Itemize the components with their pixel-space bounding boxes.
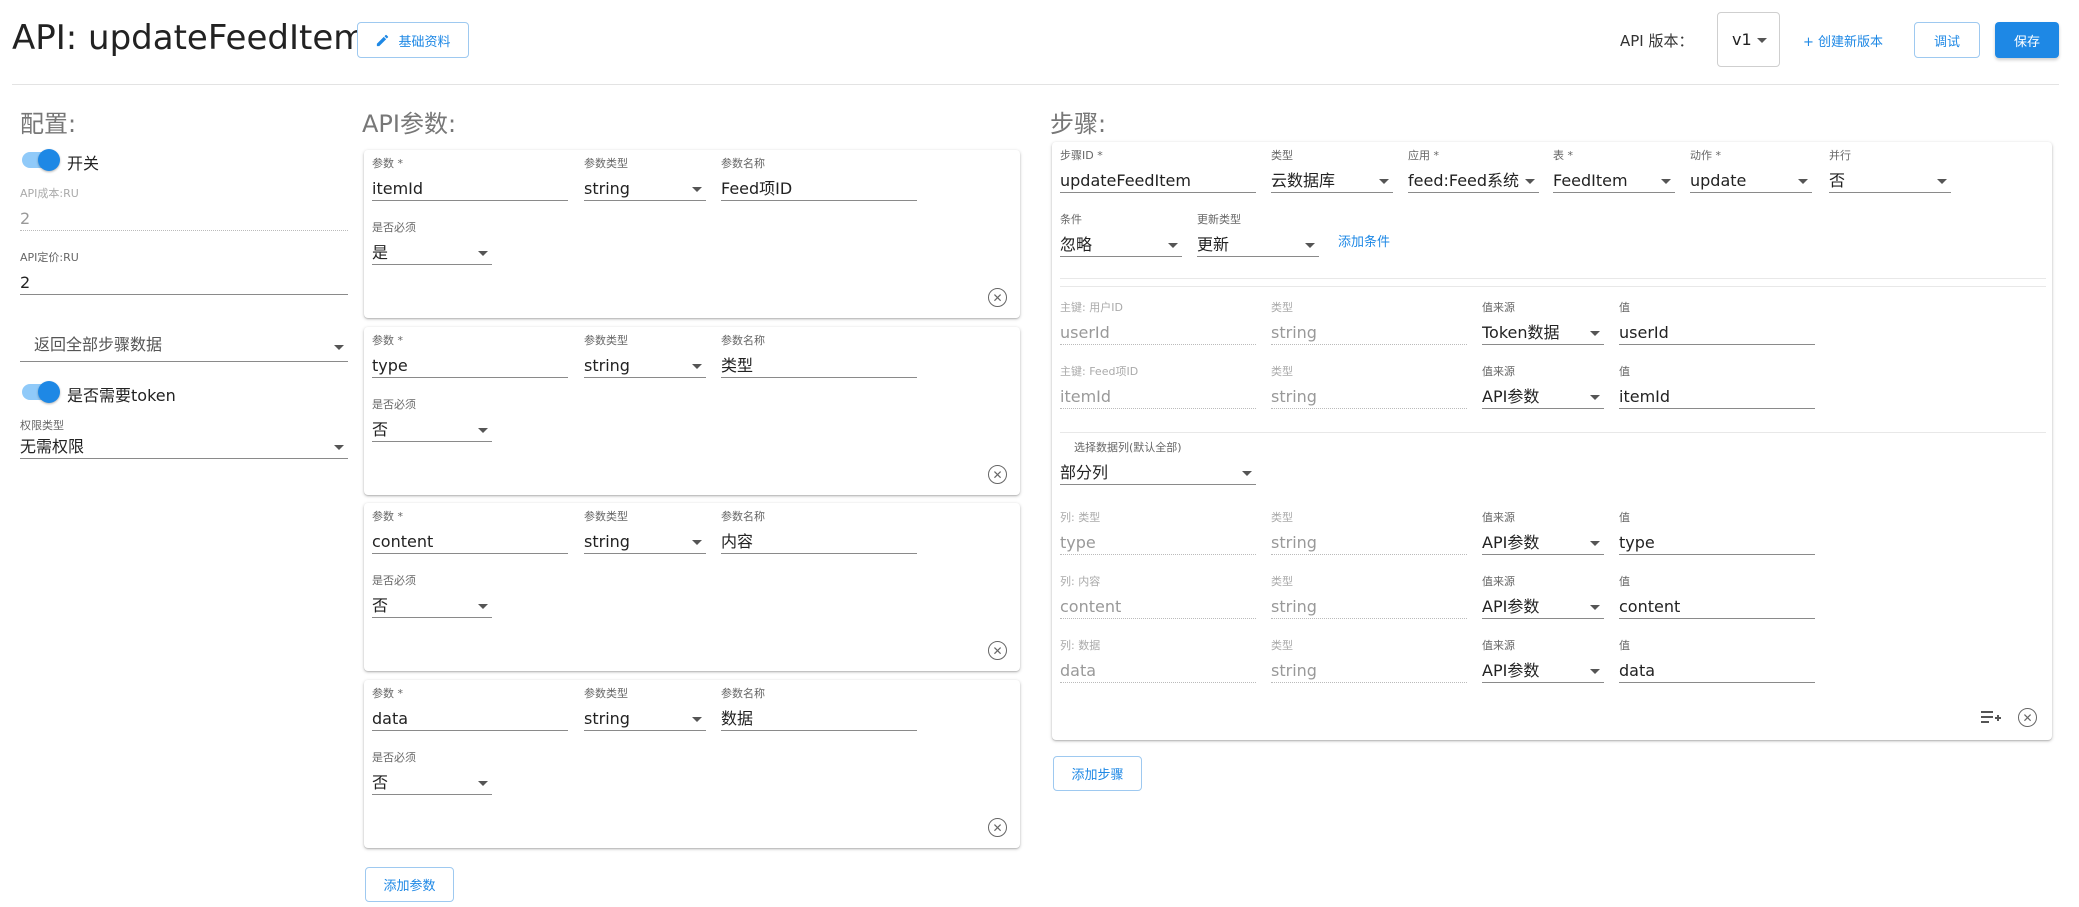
param-name-input[interactable]: 参数 * type: [372, 333, 568, 378]
remove-param-icon[interactable]: ✕: [988, 818, 1007, 837]
step-table-select[interactable]: 表 * FeedItem: [1553, 148, 1675, 193]
param-required-select[interactable]: 是否必须是: [372, 220, 492, 265]
add-step-button[interactable]: 添加步骤: [1053, 756, 1142, 791]
param-label-input[interactable]: 参数名称 Feed项ID: [721, 156, 917, 201]
column-row-type: 类型 string: [1271, 638, 1467, 683]
create-version-link[interactable]: + 创建新版本: [1803, 31, 1883, 50]
key-row-source-select[interactable]: 值来源 API参数: [1482, 364, 1604, 409]
param-card: 参数 * content 参数类型 string 参数名称 内容是否必须否 ✕: [364, 503, 1020, 671]
api-price-value: 2: [20, 271, 348, 295]
column-row-name: 列: 类型 type: [1060, 510, 1256, 555]
key-row-source-select[interactable]: 值来源 Token数据: [1482, 300, 1604, 345]
remove-step-icon[interactable]: ✕: [2018, 708, 2037, 727]
step-action-select[interactable]: 动作 * update: [1690, 148, 1812, 193]
basic-info-button[interactable]: 基础资料: [357, 22, 469, 58]
param-card: 参数 * data 参数类型 string 参数名称 数据是否必须否 ✕: [364, 680, 1020, 848]
api-price-field[interactable]: API定价:RU 2: [20, 250, 348, 295]
column-row-name: 列: 内容 content: [1060, 574, 1256, 619]
column-row-value-input[interactable]: 值 data: [1619, 638, 1815, 683]
api-price-label: API定价:RU: [20, 251, 79, 264]
version-value: v1: [1732, 30, 1752, 49]
column-row-value-input[interactable]: 值 type: [1619, 510, 1815, 555]
enable-toggle-label: 开关: [67, 154, 100, 173]
enable-toggle[interactable]: [22, 149, 60, 171]
api-cost-value: 2: [20, 207, 348, 231]
param-type-select[interactable]: 参数类型 string: [584, 686, 706, 731]
version-label: API 版本：: [1620, 32, 1694, 50]
save-button[interactable]: 保存: [1995, 22, 2059, 58]
param-type-select[interactable]: 参数类型 string: [584, 333, 706, 378]
key-row-value-input[interactable]: 值 itemId: [1619, 364, 1815, 409]
param-label-input[interactable]: 参数名称 数据: [721, 686, 917, 731]
remove-param-icon[interactable]: ✕: [988, 641, 1007, 660]
param-name-input[interactable]: 参数 * itemId: [372, 156, 568, 201]
key-row-value-input[interactable]: 值 userId: [1619, 300, 1815, 345]
column-row-source-select[interactable]: 值来源 API参数: [1482, 510, 1604, 555]
add-param-button[interactable]: 添加参数: [365, 867, 454, 902]
columns-select[interactable]: 选择数据列(默认全部) 部分列: [1060, 440, 1256, 485]
column-row-source-select[interactable]: 值来源 API参数: [1482, 638, 1604, 683]
api-cost-label: API成本:RU: [20, 187, 79, 200]
debug-button[interactable]: 调试: [1914, 22, 1980, 58]
params-title: API参数:: [362, 110, 457, 138]
remove-param-icon[interactable]: ✕: [988, 465, 1007, 484]
api-cost-field: API成本:RU 2: [20, 186, 348, 231]
update-type-select[interactable]: 更新类型 更新: [1197, 212, 1319, 257]
step-type-select[interactable]: 类型 云数据库: [1271, 148, 1393, 193]
condition-select[interactable]: 条件 忽略: [1060, 212, 1182, 257]
return-data-select[interactable]: 返回全部步骤数据: [20, 328, 348, 362]
param-type-select[interactable]: 参数类型 string: [584, 156, 706, 201]
key-row-type: 类型 string: [1271, 364, 1467, 409]
param-required-select[interactable]: 是否必须否: [372, 750, 492, 795]
column-row-source-select[interactable]: 值来源 API参数: [1482, 574, 1604, 619]
permission-select[interactable]: 权限类型 无需权限: [20, 418, 348, 459]
param-required-select[interactable]: 是否必须否: [372, 573, 492, 618]
step-id-field[interactable]: 步骤ID * updateFeedItem: [1060, 148, 1256, 193]
param-name-input[interactable]: 参数 * data: [372, 686, 568, 731]
version-select[interactable]: v1: [1717, 12, 1780, 67]
column-row-type: 类型 string: [1271, 510, 1467, 555]
return-data-value: 返回全部步骤数据: [20, 328, 348, 362]
basic-info-label: 基础资料: [398, 34, 451, 50]
page-title: API: updateFeedItem: [12, 18, 367, 58]
column-row-type: 类型 string: [1271, 574, 1467, 619]
param-required-select[interactable]: 是否必须否: [372, 397, 492, 442]
chevron-down-icon: [1757, 38, 1767, 43]
key-row-type: 类型 string: [1271, 300, 1467, 345]
remove-param-icon[interactable]: ✕: [988, 288, 1007, 307]
key-row-name: 主键: Feed项ID itemId: [1060, 364, 1256, 409]
token-toggle-label: 是否需要token: [67, 386, 176, 405]
param-card: 参数 * type 参数类型 string 参数名称 类型是否必须否 ✕: [364, 327, 1020, 495]
config-title: 配置:: [20, 110, 77, 138]
token-toggle[interactable]: [22, 381, 60, 403]
param-label-input[interactable]: 参数名称 类型: [721, 333, 917, 378]
column-row-name: 列: 数据 data: [1060, 638, 1256, 683]
step-app-select[interactable]: 应用 * feed:Feed系统: [1408, 148, 1539, 193]
add-row-icon[interactable]: [1980, 708, 2002, 726]
key-row-name: 主键: 用户ID userId: [1060, 300, 1256, 345]
add-condition-link[interactable]: 添加条件: [1338, 231, 1390, 250]
step-card: 步骤ID * updateFeedItem 类型 云数据库 应用 * feed:…: [1052, 142, 2052, 740]
header-divider: [12, 84, 2059, 85]
permission-label: 权限类型: [20, 419, 64, 432]
steps-title: 步骤:: [1050, 110, 1107, 138]
column-row-value-input[interactable]: 值 content: [1619, 574, 1815, 619]
permission-value: 无需权限: [20, 435, 348, 459]
param-type-select[interactable]: 参数类型 string: [584, 509, 706, 554]
param-name-input[interactable]: 参数 * content: [372, 509, 568, 554]
param-card: 参数 * itemId 参数类型 string 参数名称 Feed项ID 是否必须是 ✕: [364, 150, 1020, 318]
step-parallel-select[interactable]: 并行 否: [1829, 148, 1951, 193]
param-label-input[interactable]: 参数名称 内容: [721, 509, 917, 554]
pencil-icon: [377, 34, 389, 46]
